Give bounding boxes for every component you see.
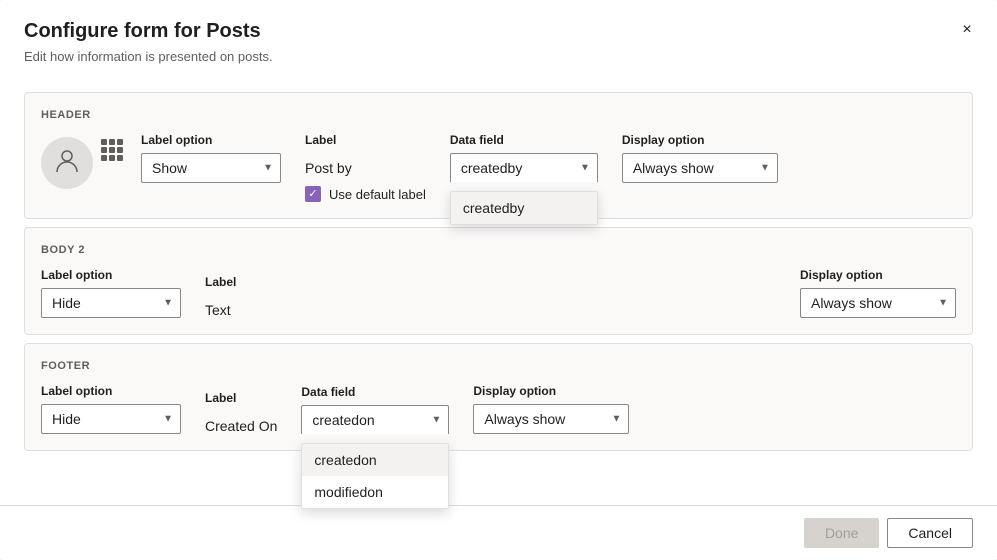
person-icon xyxy=(53,146,81,180)
header-data-field-dropdown: createdby xyxy=(450,191,598,225)
footer-label-option-select[interactable]: Show Hide xyxy=(41,404,181,434)
grid-icon xyxy=(101,139,125,163)
header-label-option-select[interactable]: Show Hide xyxy=(141,153,281,183)
header-fields-row: Label option Show Hide ▼ Label Post by xyxy=(141,133,956,202)
configure-form-dialog: Configure form for Posts Edit how inform… xyxy=(0,0,997,560)
footer-label-option-wrapper: Show Hide ▼ xyxy=(41,404,181,434)
footer-label-group: Label Created On xyxy=(205,391,277,434)
body2-display-option-group: Display option Always show Hide ▼ xyxy=(800,268,956,318)
footer-label-option-label: Label option xyxy=(41,384,181,398)
footer-section-card: FOOTER Label option Show Hide ▼ Label xyxy=(24,343,973,451)
body2-display-option-wrapper: Always show Hide ▼ xyxy=(800,288,956,318)
header-dropdown-item-createdby[interactable]: createdby xyxy=(451,192,597,224)
footer-data-field-group: Data field createdon modifiedon ▼ create… xyxy=(301,385,449,434)
footer-section-label: FOOTER xyxy=(41,360,956,372)
header-display-option-wrapper: Always show Hide ▼ xyxy=(622,153,778,183)
header-data-field-select[interactable]: createdby xyxy=(450,153,598,182)
dialog-header: Configure form for Posts Edit how inform… xyxy=(0,0,997,76)
footer-dropdown-item-modifiedon[interactable]: modifiedon xyxy=(302,476,448,508)
header-label-option-label: Label option xyxy=(141,133,281,147)
footer-data-field-select[interactable]: createdon modifiedon xyxy=(301,405,449,434)
header-label-option-wrapper: Show Hide ▼ xyxy=(141,153,281,183)
footer-data-field-dropdown: createdon modifiedon xyxy=(301,443,449,509)
use-default-checkbox[interactable]: ✓ xyxy=(305,186,321,202)
body2-label-option-select[interactable]: Show Hide xyxy=(41,288,181,318)
header-display-option-select[interactable]: Always show Hide xyxy=(622,153,778,183)
footer-dropdown-item-createdon[interactable]: createdon xyxy=(302,444,448,476)
header-section-label: HEADER xyxy=(41,109,956,121)
use-default-label: Use default label xyxy=(329,187,426,202)
header-use-default-row: ✓ Use default label xyxy=(305,186,426,202)
footer-data-field-label: Data field xyxy=(301,385,449,399)
body2-display-option-label: Display option xyxy=(800,268,956,282)
cancel-button[interactable]: Cancel xyxy=(887,518,973,548)
done-button[interactable]: Done xyxy=(804,518,879,548)
header-label-group: Label Post by ✓ Use default label xyxy=(305,133,426,202)
header-label-value: Post by xyxy=(305,153,426,176)
header-section-card: HEADER xyxy=(24,92,973,219)
footer-label-option-group: Label option Show Hide ▼ xyxy=(41,384,181,434)
check-icon: ✓ xyxy=(308,189,317,200)
body2-fields-row: Label option Show Hide ▼ Label Text xyxy=(41,268,956,318)
header-label-fieldlabel: Label xyxy=(305,133,426,147)
avatar-area xyxy=(41,137,125,189)
footer-label-fieldlabel: Label xyxy=(205,391,277,405)
body2-section-card: BODY 2 Label option Show Hide ▼ Label xyxy=(24,227,973,335)
body2-label-fieldlabel: Label xyxy=(205,275,236,289)
header-data-field-group: Data field createdby ▼ createdby xyxy=(450,133,598,182)
avatar xyxy=(41,137,93,189)
body2-label-option-wrapper: Show Hide ▼ xyxy=(41,288,181,318)
footer-fields-row: Label option Show Hide ▼ Label Created O… xyxy=(41,384,956,434)
dialog-subtitle: Edit how information is presented on pos… xyxy=(24,49,973,64)
body2-label-option-group: Label option Show Hide ▼ xyxy=(41,268,181,318)
header-data-field-label: Data field xyxy=(450,133,598,147)
footer-label-value: Created On xyxy=(205,411,277,434)
dialog-body: HEADER xyxy=(0,76,997,505)
body2-label-option-label: Label option xyxy=(41,268,181,282)
dialog-footer: Done Cancel xyxy=(0,505,997,560)
body2-label-group: Label Text xyxy=(205,275,236,318)
footer-display-option-select[interactable]: Always show Hide xyxy=(473,404,629,434)
header-data-field-wrapper: createdby ▼ xyxy=(450,153,598,182)
footer-display-option-group: Display option Always show Hide ▼ xyxy=(473,384,629,434)
body2-label-value: Text xyxy=(205,295,236,318)
header-label-option-group: Label option Show Hide ▼ xyxy=(141,133,281,183)
header-section-content: Label option Show Hide ▼ Label Post by xyxy=(41,133,956,202)
footer-data-field-wrapper: createdon modifiedon ▼ xyxy=(301,405,449,434)
body2-display-option-select[interactable]: Always show Hide xyxy=(800,288,956,318)
close-button[interactable]: × xyxy=(953,16,981,44)
footer-display-option-label: Display option xyxy=(473,384,629,398)
footer-display-option-wrapper: Always show Hide ▼ xyxy=(473,404,629,434)
body2-section-label: BODY 2 xyxy=(41,244,956,256)
dialog-title: Configure form for Posts xyxy=(24,20,973,43)
header-display-option-group: Display option Always show Hide ▼ xyxy=(622,133,778,183)
header-display-option-label: Display option xyxy=(622,133,778,147)
